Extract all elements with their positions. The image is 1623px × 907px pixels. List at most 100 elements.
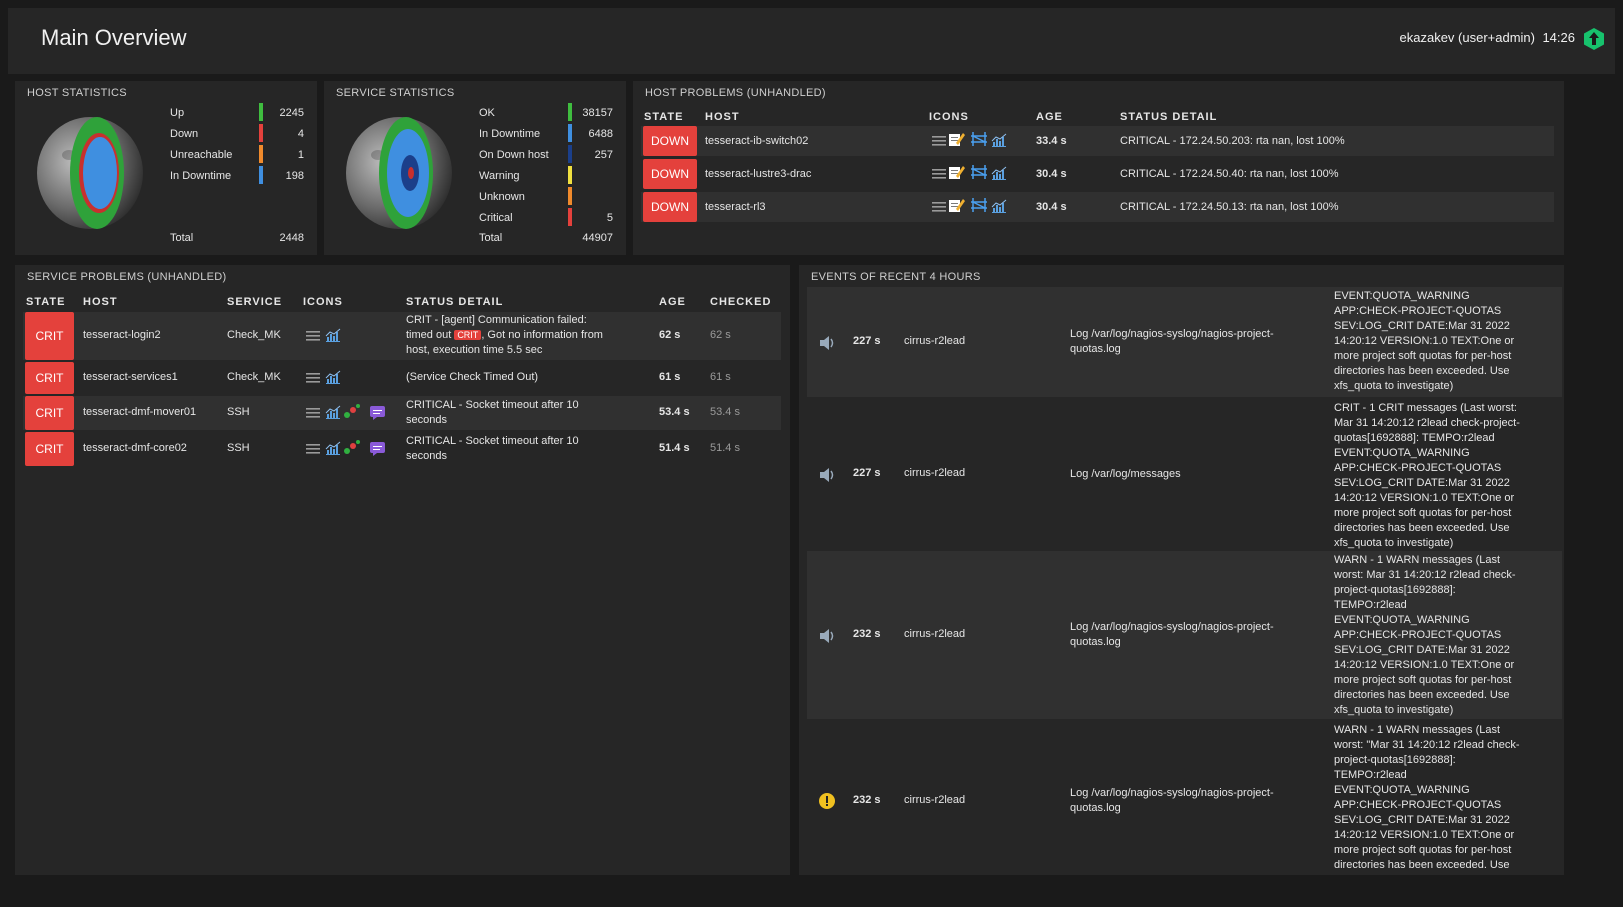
event-text-line: TEMPO:r2lead: [1334, 599, 1407, 611]
service-problems-panel: SERVICE PROBLEMS (UNHANDLED) STATE HOST …: [15, 265, 790, 875]
event-row[interactable]: 227 s cirrus-r2lead Log /var/log/nagios-sy…: [807, 287, 1562, 397]
network-topology-icon[interactable]: [970, 163, 988, 186]
col-host[interactable]: HOST: [705, 111, 740, 123]
event-age: 227 s: [853, 467, 881, 479]
event-row[interactable]: 232 s cirrus-r2lead Log /var/log/nagios-sy…: [807, 721, 1562, 875]
host-statistics-globe[interactable]: [35, 115, 145, 237]
event-text-line: directories has been exceeded. Use: [1334, 859, 1510, 871]
service-link: Check_MK: [227, 371, 281, 383]
event-text-line: 14:20:12 VERSION:1.0 TEXT:One or: [1334, 829, 1515, 841]
warning-icon[interactable]: [819, 793, 835, 814]
service-link: SSH: [227, 442, 250, 454]
graph-icon[interactable]: [325, 405, 341, 426]
stat-label: On Down host: [479, 149, 549, 161]
state-badge[interactable]: DOWN: [643, 126, 697, 156]
service-statistics-globe[interactable]: [344, 115, 454, 237]
stat-value: 4: [297, 128, 304, 140]
graph-icon[interactable]: [991, 199, 1007, 220]
col-age[interactable]: AGE: [659, 296, 686, 308]
col-icons[interactable]: ICONS: [929, 111, 969, 123]
state-badge[interactable]: CRIT: [25, 396, 74, 430]
host-problem-row[interactable]: DOWN tesseract-ib-switch02 33.4 s CRITICAL …: [641, 126, 1554, 156]
stat-label: In Downtime: [479, 128, 541, 140]
edit-icon[interactable]: [948, 164, 966, 187]
status-dots-icon[interactable]: [343, 439, 361, 460]
stat-value: 5: [606, 212, 613, 224]
event-age: 232 s: [853, 794, 881, 806]
graph-icon[interactable]: [991, 133, 1007, 154]
status-detail: seconds: [406, 414, 447, 426]
event-text-line: CRIT - 1 CRIT messages (Last worst:: [1334, 402, 1517, 414]
page-title: Main Overview: [41, 25, 187, 50]
edit-icon[interactable]: [948, 131, 966, 154]
col-status-detail[interactable]: STATUS DETAIL: [406, 296, 503, 308]
state-badge[interactable]: DOWN: [643, 159, 697, 189]
event-text-line: EVENT:QUOTA_WARNING: [1334, 447, 1470, 459]
menu-icon[interactable]: [931, 199, 947, 220]
panel-title: EVENTS OF RECENT 4 HOURS: [811, 271, 981, 283]
col-age[interactable]: AGE: [1036, 111, 1063, 123]
col-host[interactable]: HOST: [83, 296, 118, 308]
checkmk-logo-icon[interactable]: [1583, 27, 1605, 51]
stat-label: Critical: [479, 212, 513, 224]
event-text-line: project-quotas[1692888]:: [1334, 754, 1456, 766]
col-service[interactable]: SERVICE: [227, 296, 282, 308]
menu-icon[interactable]: [305, 441, 321, 462]
event-text-line: directories has been exceeded. Use: [1334, 689, 1510, 701]
event-row[interactable]: 232 s cirrus-r2lead Log /var/log/nagios-sy…: [807, 551, 1562, 719]
event-host: cirrus-r2lead: [904, 794, 966, 806]
stat-label: Warning: [479, 170, 520, 182]
stat-label: Unknown: [479, 191, 525, 203]
menu-icon[interactable]: [305, 370, 321, 391]
checked: 61 s: [710, 371, 731, 383]
comment-icon[interactable]: [369, 440, 386, 462]
edit-icon[interactable]: [948, 197, 966, 220]
col-state[interactable]: STATE: [644, 111, 683, 123]
event-text-line: EVENT:QUOTA_WARNING: [1334, 290, 1470, 302]
service-problem-row[interactable]: CRIT tesseract-services1 Check_MK (Service …: [23, 362, 781, 394]
graph-icon[interactable]: [325, 441, 341, 462]
event-text-line: APP:CHECK-PROJECT-QUOTAS: [1334, 305, 1502, 317]
stat-value: 38157: [582, 107, 613, 119]
event-text-line: APP:CHECK-PROJECT-QUOTAS: [1334, 799, 1502, 811]
col-status-detail[interactable]: STATUS DETAIL: [1120, 111, 1217, 123]
host-problem-row[interactable]: DOWN tesseract-lustre3-drac 30.4 s CRITICAL…: [641, 159, 1554, 189]
host-link: tesseract-ib-switch02: [705, 135, 809, 147]
event-row[interactable]: 227 s cirrus-r2lead Log /var/log/messages C…: [807, 399, 1562, 549]
speaker-icon[interactable]: [819, 627, 835, 650]
service-link: SSH: [227, 406, 250, 418]
graph-icon[interactable]: [325, 328, 341, 349]
host-problem-row[interactable]: DOWN tesseract-rl3 30.4 s CRITICAL - 172.24…: [641, 192, 1554, 222]
col-checked[interactable]: CHECKED: [710, 296, 771, 308]
menu-icon[interactable]: [931, 166, 947, 187]
graph-icon[interactable]: [325, 370, 341, 391]
state-badge[interactable]: CRIT: [25, 312, 74, 360]
service-total-value: 44907: [582, 232, 613, 244]
service-problem-row[interactable]: CRIT tesseract-dmf-core02 SSH CRITICAL - So…: [23, 432, 781, 466]
comment-icon[interactable]: [369, 404, 386, 426]
stat-value: 198: [285, 170, 304, 182]
menu-icon[interactable]: [305, 328, 321, 349]
state-badge[interactable]: CRIT: [25, 362, 74, 394]
network-topology-icon[interactable]: [970, 130, 988, 153]
event-text-line: directories has been exceeded. Use: [1334, 522, 1510, 534]
user-label[interactable]: ekazakev (user+admin): [1400, 30, 1535, 45]
service-problem-row[interactable]: CRIT tesseract-login2 Check_MK CRIT - [agen…: [23, 312, 781, 360]
network-topology-icon[interactable]: [970, 196, 988, 219]
col-state[interactable]: STATE: [26, 296, 65, 308]
state-badge[interactable]: DOWN: [643, 192, 697, 222]
menu-icon[interactable]: [305, 405, 321, 426]
status-dots-icon[interactable]: [343, 403, 361, 424]
state-badge[interactable]: CRIT: [25, 432, 74, 466]
graph-icon[interactable]: [991, 166, 1007, 187]
stat-label: Up: [170, 107, 185, 119]
host-link: tesseract-dmf-mover01: [83, 406, 197, 418]
service-problem-row[interactable]: CRIT tesseract-dmf-mover01 SSH CRITICAL - S…: [23, 396, 781, 430]
age: 30.4 s: [1036, 168, 1067, 180]
col-icons[interactable]: ICONS: [303, 296, 343, 308]
speaker-icon[interactable]: [819, 466, 835, 489]
age: 62 s: [659, 329, 681, 341]
event-text-line: WARN - 1 WARN messages (Last: [1334, 554, 1501, 566]
speaker-icon[interactable]: [819, 334, 835, 357]
menu-icon[interactable]: [931, 133, 947, 154]
